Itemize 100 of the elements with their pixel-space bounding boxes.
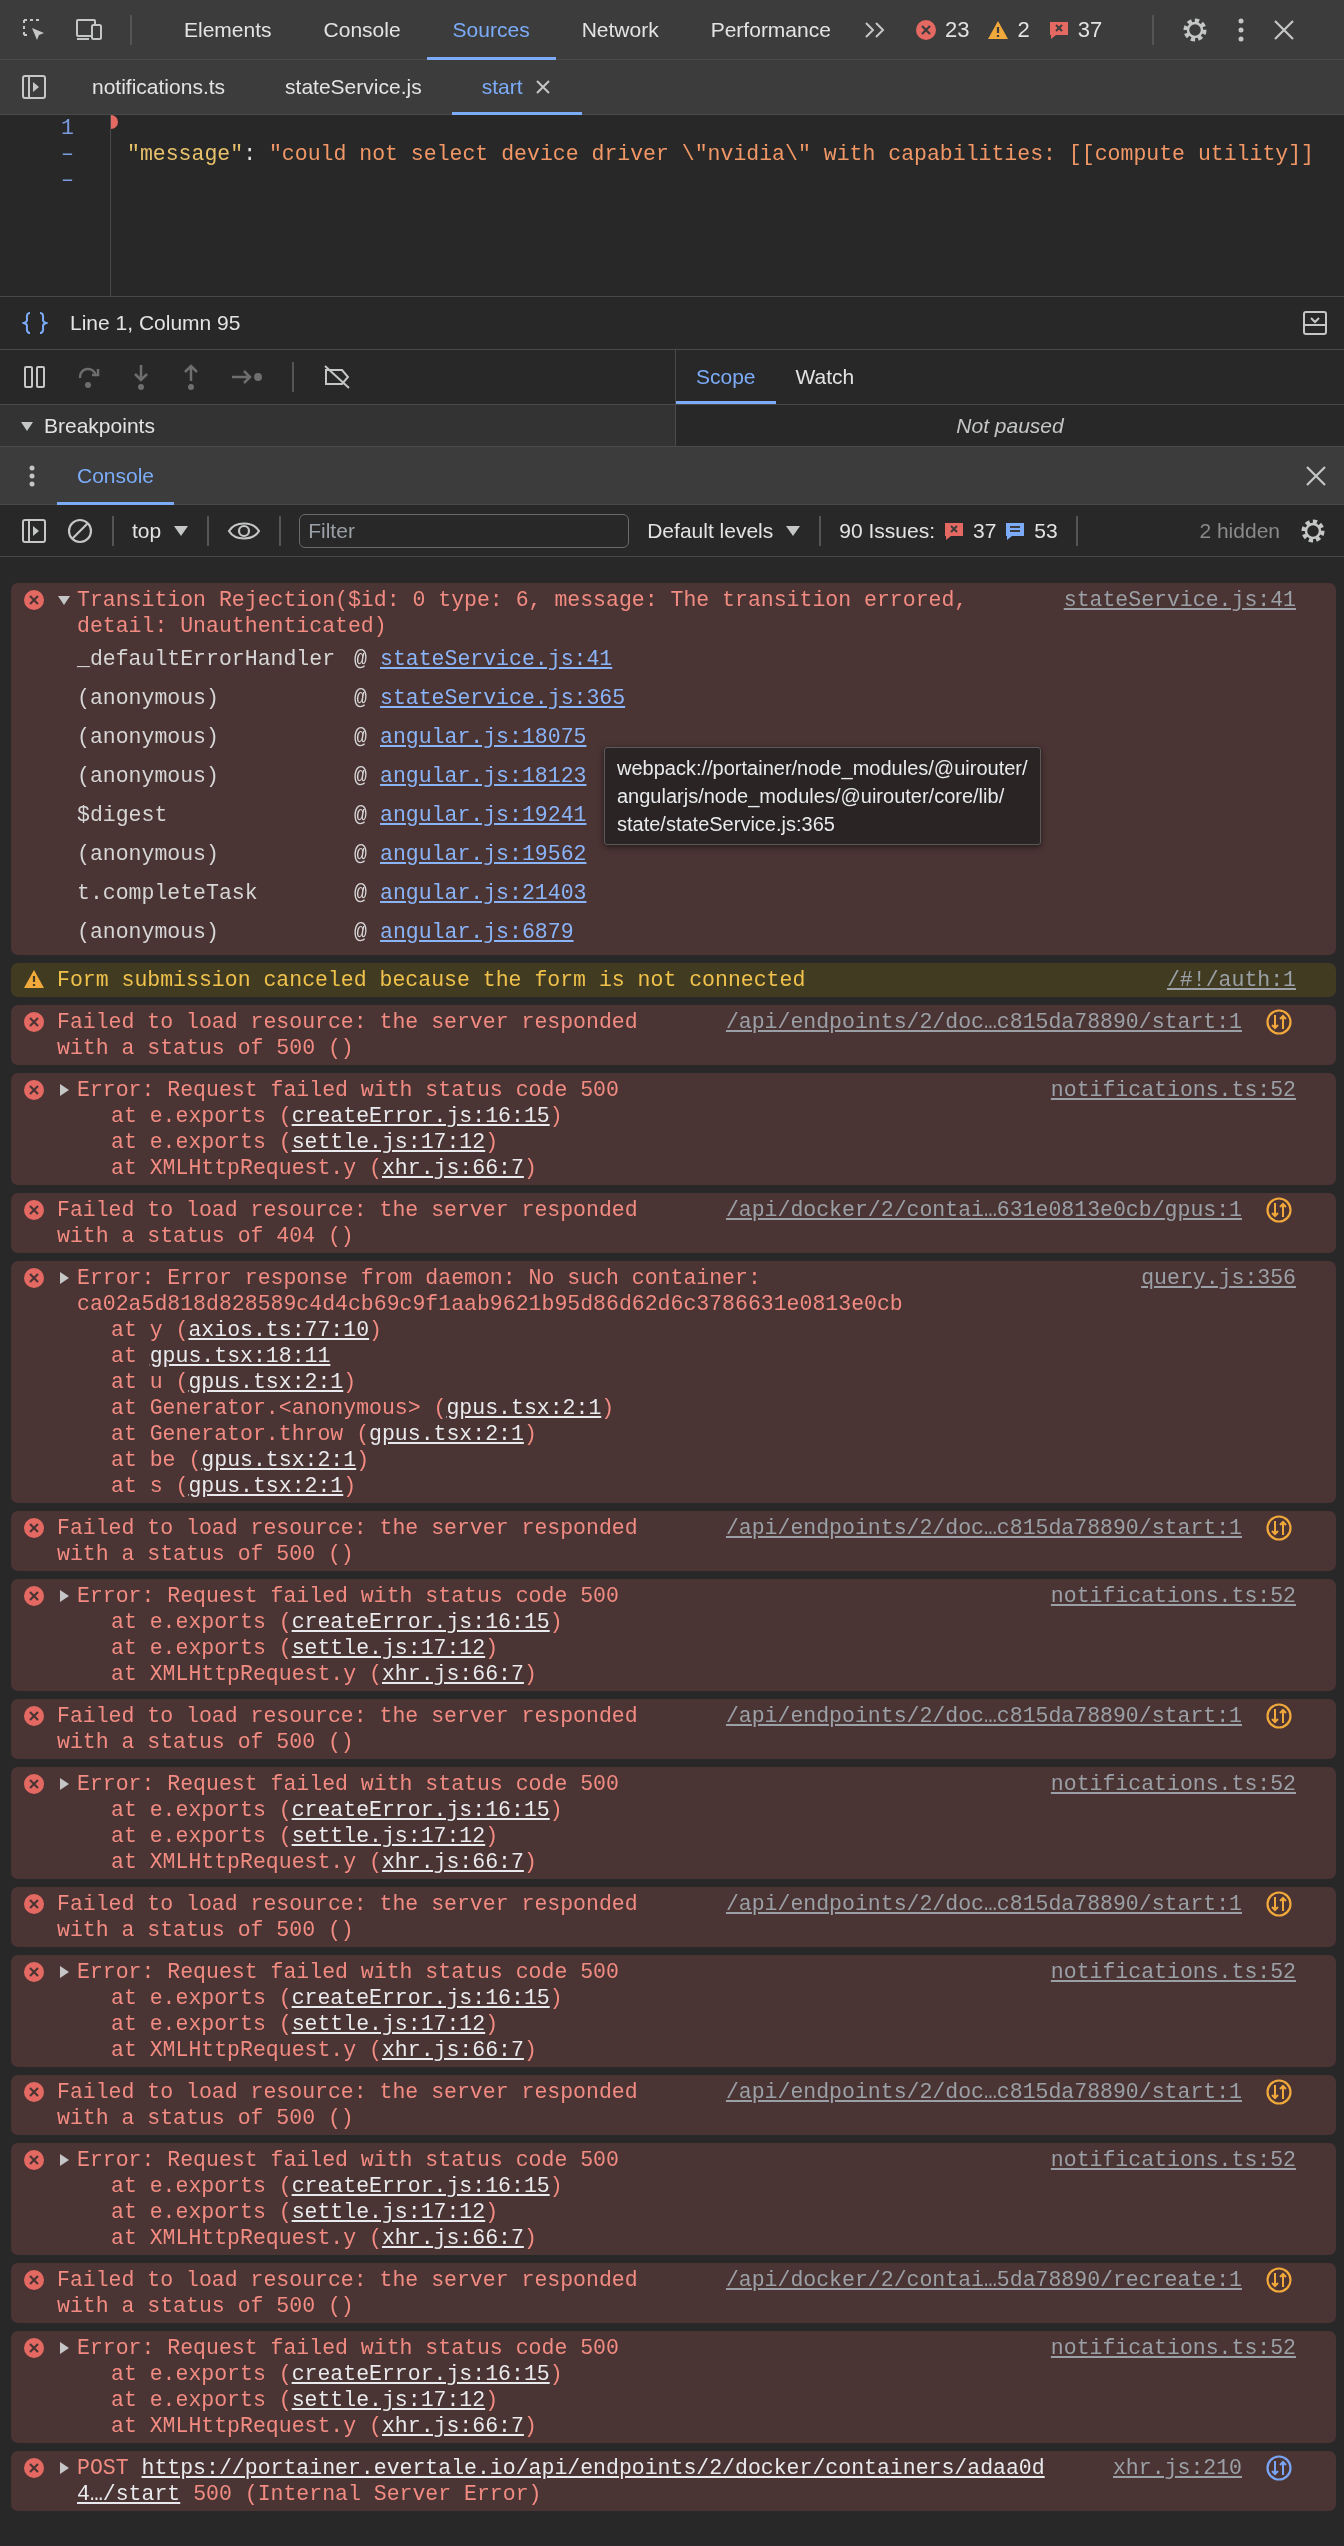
source-link[interactable]: notifications.ts:52 xyxy=(1050,1078,1296,1102)
pretty-print-icon[interactable] xyxy=(22,311,48,335)
source-link[interactable]: gpus.tsx:18:11 xyxy=(149,1344,331,1368)
stack-line: at u (gpus.tsx:2:1) xyxy=(111,1369,358,1395)
error-icon xyxy=(23,2457,45,2479)
source-link[interactable]: gpus.tsx:2:1 xyxy=(446,1396,602,1420)
panel-tab[interactable]: Performance xyxy=(684,0,857,60)
source-link[interactable]: /#!/auth:1 xyxy=(1166,968,1296,992)
disclosure-triangle-icon[interactable] xyxy=(57,2341,71,2355)
sidebar-tab[interactable]: Scope xyxy=(676,350,776,404)
panel-tab[interactable]: Console xyxy=(297,0,427,60)
network-request-icon[interactable] xyxy=(1266,1515,1292,1541)
source-link[interactable]: notifications.ts:52 xyxy=(1050,1584,1296,1608)
sidebar-tab[interactable]: Watch xyxy=(775,350,875,404)
network-request-icon[interactable] xyxy=(1266,2079,1292,2105)
source-link[interactable]: gpus.tsx:2:1 xyxy=(188,1370,344,1394)
source-link[interactable]: angular.js:19241 xyxy=(380,801,587,828)
disclosure-triangle-icon[interactable] xyxy=(57,1965,71,1979)
context-dropdown[interactable]: top xyxy=(132,518,190,543)
source-link[interactable]: /api/docker/2/contai…631e0813e0cb/gpus:1 xyxy=(725,1198,1242,1222)
drawer-toggle-icon[interactable] xyxy=(1302,310,1328,336)
file-tab[interactable]: stateService.js xyxy=(255,59,452,115)
disclosure-triangle-icon[interactable] xyxy=(57,593,71,607)
network-request-icon[interactable] xyxy=(1266,2267,1292,2293)
source-link[interactable]: /api/endpoints/2/doc…c815da78890/start:1 xyxy=(725,1704,1242,1728)
issues-button[interactable]: 90 Issues: 37 53 xyxy=(839,518,1058,543)
sidebar-toggle-icon[interactable] xyxy=(20,73,48,101)
source-link[interactable]: gpus.tsx:2:1 xyxy=(201,1448,357,1472)
close-icon[interactable] xyxy=(1272,17,1296,42)
panel-tab[interactable]: Network xyxy=(555,0,685,60)
source-link[interactable]: settle.js:17:12 xyxy=(291,2200,486,2224)
message-text: Form submission canceled because the form is not connected xyxy=(57,967,807,993)
source-link[interactable]: settle.js:17:12 xyxy=(291,2388,486,2412)
source-link[interactable]: angular.js:19562 xyxy=(380,840,587,867)
source-link[interactable]: stateService.js:365 xyxy=(380,684,626,711)
source-link[interactable]: query.js:356 xyxy=(1141,1266,1296,1290)
close-icon[interactable] xyxy=(534,78,553,96)
error-icon xyxy=(23,1705,45,1727)
disclosure-triangle-icon[interactable] xyxy=(57,2153,71,2167)
source-link[interactable]: createError.js:16:15 xyxy=(291,1798,550,1822)
message-text: Error: Request failed with status code 500 xyxy=(77,1077,620,1103)
source-link[interactable]: /api/endpoints/2/doc…c815da78890/start:1 xyxy=(725,2080,1242,2104)
message-text: Failed to load resource: the server responded with a status of 500 () xyxy=(57,2267,639,2319)
file-tab[interactable]: notifications.ts xyxy=(62,59,256,115)
source-link[interactable]: axios.ts:77:10 xyxy=(188,1318,370,1342)
source-link[interactable]: xhr.js:66:7 xyxy=(381,1662,524,1686)
close-icon[interactable] xyxy=(1304,463,1328,488)
source-link[interactable]: notifications.ts:52 xyxy=(1050,1772,1296,1796)
source-link[interactable]: /api/endpoints/2/doc…c815da78890/start:1 xyxy=(725,1010,1242,1034)
network-request-icon[interactable] xyxy=(1266,1009,1292,1035)
tooltip-text: state/stateService.js:365 xyxy=(617,812,836,837)
source-link[interactable]: createError.js:16:15 xyxy=(291,1104,550,1128)
clear-console-icon[interactable] xyxy=(66,516,94,545)
source-link[interactable]: gpus.tsx:2:1 xyxy=(188,1474,344,1498)
source-link[interactable]: gpus.tsx:2:1 xyxy=(369,1422,524,1446)
source-link[interactable]: angular.js:21403 xyxy=(380,879,587,906)
source-link[interactable]: xhr.js:66:7 xyxy=(381,1850,524,1874)
disclosure-triangle-icon[interactable] xyxy=(57,1589,71,1603)
source-link[interactable]: settle.js:17:12 xyxy=(291,1130,486,1154)
source-link[interactable]: notifications.ts:52 xyxy=(1050,2336,1296,2360)
source-link[interactable]: createError.js:16:15 xyxy=(291,2174,550,2198)
sidebar-toggle-icon[interactable] xyxy=(20,516,48,545)
source-link[interactable]: createError.js:16:15 xyxy=(291,2362,550,2386)
disclosure-triangle-icon[interactable] xyxy=(57,1777,71,1791)
source-link[interactable]: angular.js:18075 xyxy=(380,723,587,750)
source-link[interactable]: angular.js:6879 xyxy=(380,918,574,945)
source-link[interactable]: createError.js:16:15 xyxy=(291,1986,550,2010)
network-request-icon[interactable] xyxy=(1266,1891,1292,1917)
source-link[interactable]: xhr.js:66:7 xyxy=(381,2038,524,2062)
source-link[interactable]: /api/endpoints/2/doc…c815da78890/start:1 xyxy=(725,1892,1242,1916)
source-link[interactable]: xhr.js:210 xyxy=(1112,2456,1242,2480)
disclosure-triangle-icon[interactable] xyxy=(57,1271,71,1285)
disclosure-triangle-icon[interactable] xyxy=(57,1083,71,1097)
source-link[interactable]: stateService.js:41 xyxy=(380,645,613,672)
network-request-icon[interactable] xyxy=(1266,1703,1292,1729)
source-link[interactable]: settle.js:17:12 xyxy=(291,1824,486,1848)
log-levels-dropdown[interactable]: Default levels xyxy=(647,518,802,543)
source-link[interactable]: notifications.ts:52 xyxy=(1050,1960,1296,1984)
disclosure-triangle-icon[interactable] xyxy=(57,2461,71,2475)
source-link[interactable]: xhr.js:66:7 xyxy=(381,1156,524,1180)
source-link[interactable]: xhr.js:66:7 xyxy=(381,2414,524,2438)
source-link[interactable]: /api/docker/2/contai…5da78890/recreate:1 xyxy=(725,2268,1242,2292)
deactivate-breakpoints-icon[interactable] xyxy=(322,364,352,390)
source-link[interactable]: notifications.ts:52 xyxy=(1050,2148,1296,2172)
source-link[interactable]: /api/endpoints/2/doc…c815da78890/start:1 xyxy=(725,1516,1242,1540)
message-text: Error: Request failed with status code 500 xyxy=(77,2335,620,2361)
source-link[interactable]: settle.js:17:12 xyxy=(291,2012,486,2036)
network-request-icon[interactable] xyxy=(1266,1197,1292,1223)
source-link[interactable]: stateService.js:41 xyxy=(1063,588,1296,612)
filter-field[interactable]: Filter xyxy=(299,513,630,548)
panel-tab[interactable]: Elements xyxy=(158,0,298,60)
breakpoints-header[interactable]: Breakpoints xyxy=(0,405,675,446)
source-link[interactable]: settle.js:17:12 xyxy=(291,1636,486,1660)
source-link[interactable]: angular.js:18123 xyxy=(380,762,587,789)
source-link[interactable]: createError.js:16:15 xyxy=(291,1610,550,1634)
network-request-icon[interactable] xyxy=(1266,2455,1292,2481)
pause-icon[interactable] xyxy=(22,364,48,390)
error-icon xyxy=(23,1773,45,1795)
source-link[interactable]: xhr.js:66:7 xyxy=(381,2226,524,2250)
error-icon xyxy=(23,1893,45,1915)
